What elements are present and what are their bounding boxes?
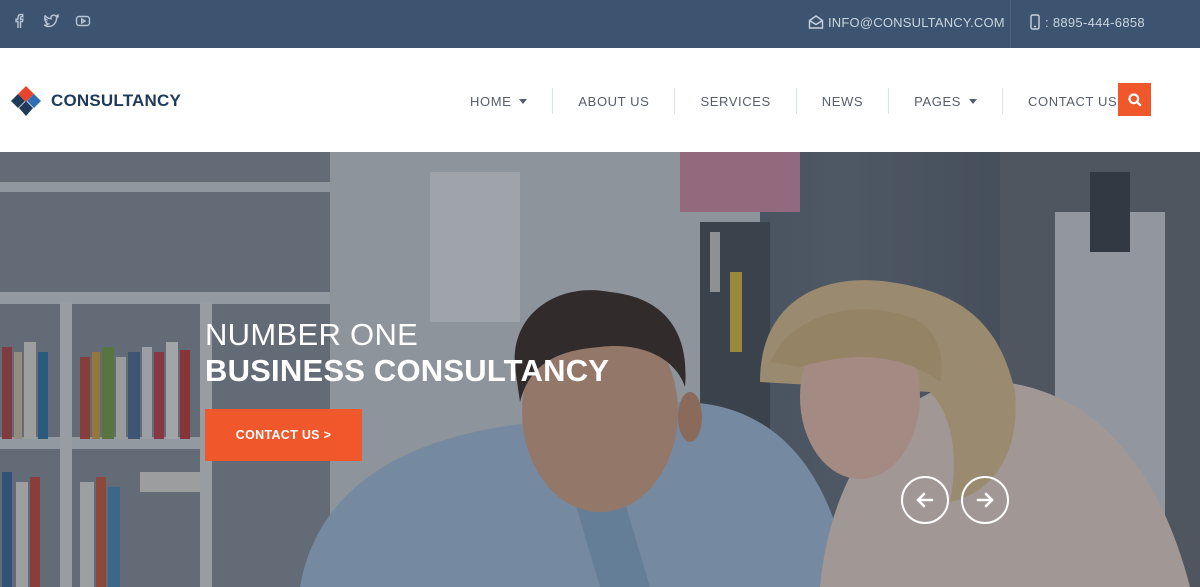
nav-item-label: CONTACT US	[1028, 93, 1118, 109]
envelope-icon	[808, 15, 824, 29]
nav-item-label: PAGES	[914, 93, 961, 109]
twitter-icon[interactable]	[42, 12, 60, 30]
nav-item-services[interactable]: SERVICES	[675, 88, 795, 114]
arrow-left-icon	[916, 492, 934, 508]
caret-down-icon	[519, 98, 528, 104]
nav-item-about-us[interactable]: ABOUT US	[553, 88, 674, 114]
nav-item-news[interactable]: NEWS	[797, 88, 888, 114]
nav-item-label: HOME	[470, 93, 512, 109]
arrow-right-icon	[976, 492, 994, 508]
hero-contact-button[interactable]: CONTACT US >	[205, 409, 362, 461]
nav-item-label: ABOUT US	[578, 93, 650, 109]
email-link[interactable]: INFO@CONSULTANCY.COM	[808, 14, 1005, 30]
hero-slider: NUMBER ONE BUSINESS CONSULTANCY CONTACT …	[0, 152, 1200, 587]
nav-item-home[interactable]: HOME	[445, 88, 552, 114]
hero-heading: NUMBER ONE BUSINESS CONSULTANCY	[205, 317, 609, 389]
social-links	[10, 12, 92, 30]
main-header: CONSULTANCY HOME ABOUT US SERVICES NEWS …	[0, 48, 1200, 152]
phone-link[interactable]: : 8895-444-6858	[1030, 14, 1145, 30]
hero-heading-line2: BUSINESS CONSULTANCY	[205, 353, 610, 388]
slider-next-button[interactable]	[961, 476, 1009, 524]
nav-item-label: SERVICES	[700, 93, 771, 109]
main-nav: HOME ABOUT US SERVICES NEWS PAGES CONTAC…	[445, 88, 1142, 114]
email-text: INFO@CONSULTANCY.COM	[828, 14, 1005, 30]
logo-diamond-icon	[10, 85, 42, 117]
phone-text: : 8895-444-6858	[1045, 14, 1145, 30]
search-button[interactable]	[1118, 83, 1151, 116]
facebook-icon[interactable]	[10, 12, 28, 30]
site-logo[interactable]: CONSULTANCY	[10, 85, 181, 117]
caret-down-icon	[969, 98, 977, 104]
hero-heading-line1: NUMBER ONE	[205, 317, 419, 352]
search-icon	[1127, 92, 1142, 107]
phone-icon	[1030, 14, 1040, 30]
slider-prev-button[interactable]	[901, 476, 949, 524]
top-bar: INFO@CONSULTANCY.COM : 8895-444-6858	[0, 0, 1200, 48]
nav-item-pages[interactable]: PAGES	[889, 88, 1002, 114]
topbar-divider	[1010, 0, 1011, 48]
logo-text: CONSULTANCY	[51, 91, 182, 110]
nav-item-label: NEWS	[821, 93, 864, 109]
youtube-icon[interactable]	[74, 12, 92, 30]
